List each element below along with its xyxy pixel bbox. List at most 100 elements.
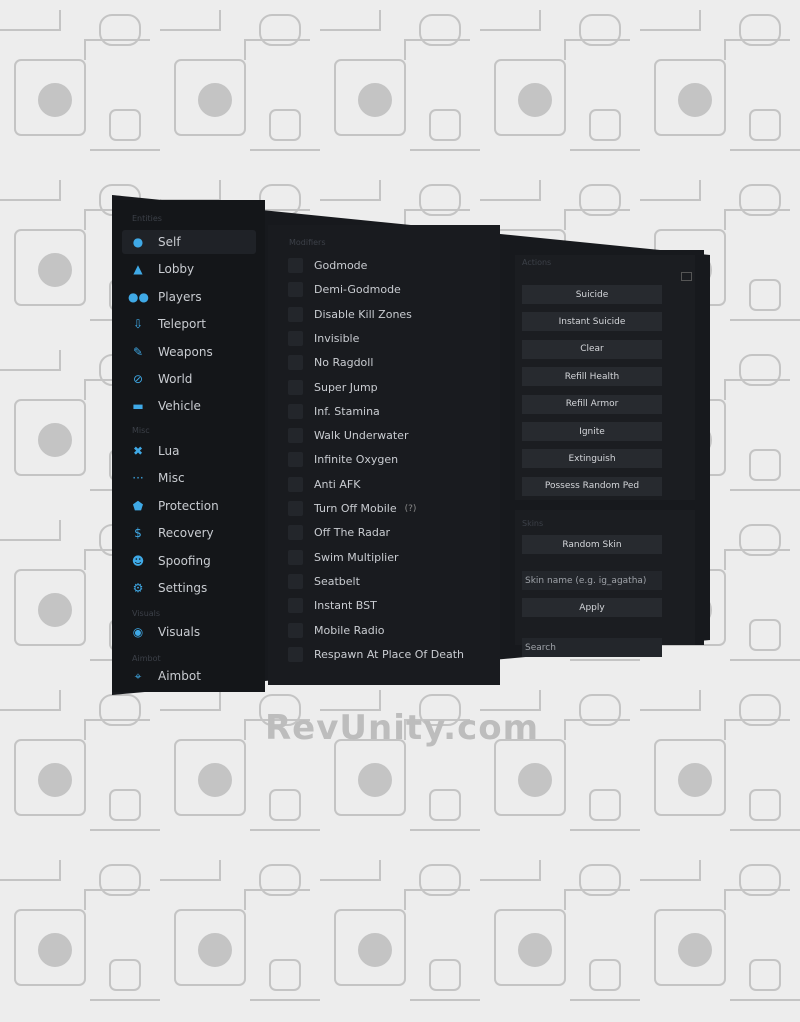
checkbox[interactable] [288, 598, 303, 614]
checkbox[interactable] [288, 379, 303, 395]
modifier-label: Disable Kill Zones [314, 307, 412, 321]
modifier-label: Turn Off Mobile [314, 502, 397, 515]
sidebar-item-aimbot[interactable]: ⌖ Aimbot [122, 664, 256, 688]
modifier-toggle[interactable]: Super Jump [288, 379, 378, 395]
sidebar-item-self[interactable]: ● Self [122, 230, 256, 254]
modifier-label: Super Jump [314, 380, 378, 394]
action-button[interactable]: Possess Random Ped [522, 476, 662, 496]
checkbox[interactable] [288, 549, 303, 565]
window-icon[interactable] [681, 272, 692, 281]
apply-button[interactable]: Apply [522, 598, 662, 617]
modifier-label: Demi-Godmode [314, 283, 401, 297]
sidebar-item-label: Weapons [158, 344, 213, 359]
mask-icon: ☻ [131, 553, 145, 568]
modifier-toggle[interactable]: Demi-Godmode [288, 282, 401, 298]
modifier-label: Seatbelt [314, 574, 360, 588]
dollar-icon: $ [134, 526, 142, 541]
sidebar-item-label: Recovery [158, 526, 214, 541]
checkbox[interactable] [288, 306, 303, 322]
sidebar-section-header: Entities [132, 214, 162, 223]
modifier-toggle[interactable]: Instant BST [288, 598, 377, 614]
sidebar-item-label: Lua [158, 444, 180, 458]
sidebar-item-label: Protection [158, 498, 219, 513]
sidebar-item-spoofing[interactable]: ☻ Spoofing [122, 549, 256, 573]
checkbox[interactable] [288, 355, 303, 371]
modifier-toggle[interactable]: Mobile Radio [288, 622, 385, 638]
checkbox[interactable] [288, 403, 303, 419]
sidebar-item-vehicle[interactable]: ▬ Vehicle [122, 394, 256, 418]
checkbox[interactable] [288, 282, 303, 298]
checkbox[interactable] [288, 525, 303, 541]
modifier-toggle[interactable]: Swim Multiplier [288, 549, 399, 565]
sidebar-item-misc[interactable]: ··· Misc [122, 466, 256, 490]
sidebar-item-label: Self [158, 235, 181, 249]
car-icon: ▬ [132, 399, 144, 414]
sidebar-item-lua[interactable]: ✖ Lua [122, 439, 256, 463]
modifier-label: Invisible [314, 331, 360, 345]
modifier-toggle[interactable]: Disable Kill Zones [288, 306, 412, 322]
action-button[interactable]: Refill Armor [522, 394, 662, 414]
action-button[interactable]: Ignite [522, 422, 662, 441]
sidebar-item-weapons[interactable]: ✎ Weapons [122, 340, 256, 364]
checkbox[interactable] [288, 501, 303, 516]
modifier-label: Inf. Stamina [314, 404, 380, 418]
sidebar-item-label: World [158, 372, 193, 386]
incognito-icon: ▲ [133, 262, 143, 277]
skin-name-input[interactable]: Skin name (e.g. ig_agatha) [522, 571, 662, 590]
modifier-toggle[interactable]: Godmode [288, 258, 367, 273]
modifier-label: Off The Radar [314, 526, 391, 540]
sidebar-item-settings[interactable]: ⚙ Settings [122, 576, 256, 600]
teleport-icon: ⇩ [132, 317, 144, 332]
sidebar-item-protection[interactable]: ⬟ Protection [122, 494, 256, 518]
sidebar-item-label: Spoofing [158, 553, 211, 568]
modifier-label: No Ragdoll [314, 356, 374, 370]
action-button[interactable]: Suicide [522, 285, 662, 304]
modifier-toggle[interactable]: Turn Off Mobile (?) [288, 501, 416, 516]
user-icon: ● [132, 235, 144, 249]
sidebar-item-label: Misc [158, 471, 185, 486]
checkbox[interactable] [288, 330, 303, 346]
dots-icon: ··· [132, 471, 144, 486]
checkbox[interactable] [288, 452, 303, 468]
watermark: RevUnity.com [265, 708, 540, 748]
sidebar-item-players[interactable]: ●● Players [122, 285, 256, 309]
sidebar-item-visuals[interactable]: ◉ Visuals [122, 620, 256, 644]
modifier-label: Swim Multiplier [314, 550, 399, 564]
checkbox[interactable] [288, 573, 303, 589]
checkbox[interactable] [288, 476, 303, 492]
help-marker[interactable]: (?) [405, 504, 417, 514]
checkbox[interactable] [288, 428, 303, 444]
sidebar-item-label: Players [158, 289, 202, 304]
modifier-toggle[interactable]: No Ragdoll [288, 355, 374, 371]
modifier-toggle[interactable]: Inf. Stamina [288, 403, 380, 419]
sidebar-item-lobby[interactable]: ▲ Lobby [122, 257, 256, 281]
sidebar-item-teleport[interactable]: ⇩ Teleport [122, 312, 256, 336]
modifier-label: Instant BST [314, 599, 377, 613]
modifier-label: Infinite Oxygen [314, 453, 399, 467]
checkbox[interactable] [288, 646, 303, 662]
crosshair-icon: ⌖ [134, 668, 142, 683]
checkbox[interactable] [288, 622, 303, 638]
modifiers-header: Modifiers [289, 238, 326, 247]
gear-icon: ⚙ [132, 581, 144, 595]
action-button[interactable]: Instant Suicide [522, 312, 662, 332]
modifier-label: Walk Underwater [314, 429, 409, 443]
sidebar-section-header: Visuals [132, 609, 161, 618]
action-button[interactable]: Extinguish [522, 449, 662, 469]
search-input[interactable]: Search [522, 638, 662, 657]
sidebar-item-world[interactable]: ⊘ World [122, 367, 256, 391]
sidebar-item-recovery[interactable]: $ Recovery [122, 521, 256, 545]
action-button[interactable]: Refill Health [522, 367, 662, 387]
eye-icon: ◉ [132, 625, 144, 639]
modifier-toggle[interactable]: Off The Radar [288, 525, 391, 541]
sidebar-item-label: Settings [158, 581, 208, 595]
random-skin-button[interactable]: Random Skin [522, 535, 662, 554]
modifier-toggle[interactable]: Invisible [288, 330, 360, 346]
checkbox[interactable] [288, 258, 303, 273]
modifier-toggle[interactable]: Infinite Oxygen [288, 452, 399, 468]
modifier-toggle[interactable]: Walk Underwater [288, 428, 409, 444]
modifier-toggle[interactable]: Respawn At Place Of Death [288, 646, 464, 662]
action-button[interactable]: Clear [522, 339, 662, 359]
modifier-toggle[interactable]: Seatbelt [288, 573, 360, 589]
modifier-toggle[interactable]: Anti AFK [288, 476, 360, 492]
